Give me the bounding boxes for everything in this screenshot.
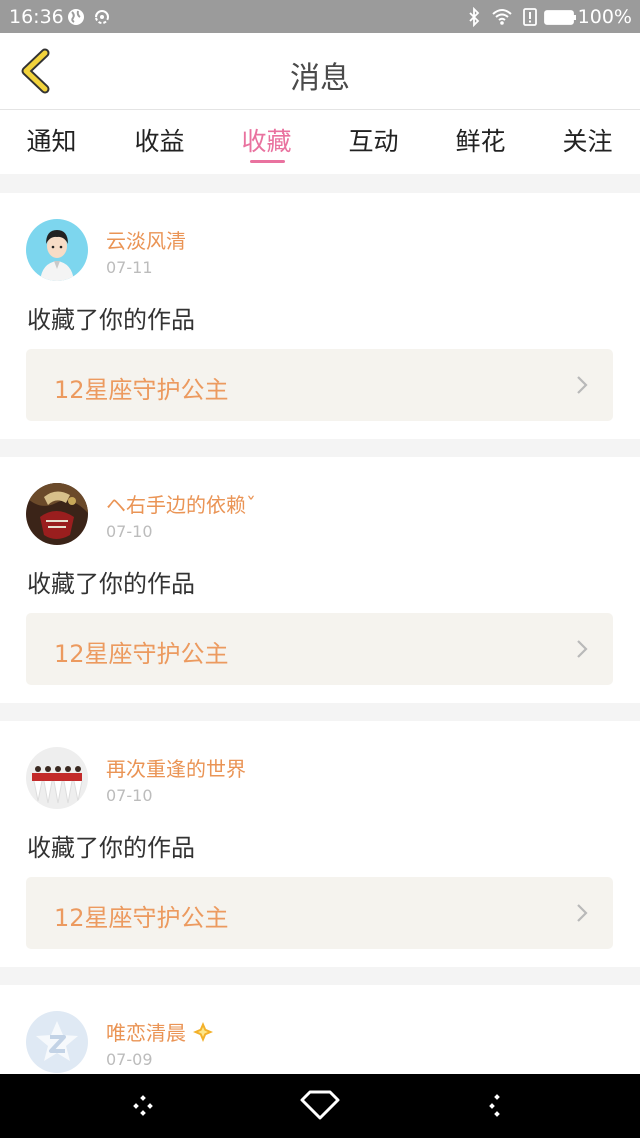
avatar[interactable]	[26, 483, 88, 545]
message-date: 07-09	[106, 1050, 153, 1069]
username[interactable]: 唯恋清晨	[106, 1017, 214, 1046]
work-title: 12星座守护公主	[54, 376, 229, 404]
bluetooth-icon	[469, 7, 480, 27]
message-item: ヘ右手边的依赖ˇ 07-10 收藏了你的作品 12星座守护公主	[0, 457, 640, 703]
chevron-right-icon	[577, 376, 588, 394]
work-link[interactable]: 12星座守护公主	[26, 613, 613, 685]
work-link[interactable]: 12星座守护公主	[26, 877, 613, 949]
action-text: 收藏了你的作品	[27, 570, 195, 598]
battery-icon	[544, 10, 576, 25]
message-item: 唯恋清晨 07-09	[0, 985, 640, 1074]
message-date: 07-10	[106, 522, 153, 541]
message-date: 07-10	[106, 786, 153, 805]
back-dots-icon[interactable]	[487, 1094, 507, 1118]
wifi-icon	[492, 9, 512, 25]
message-date: 07-11	[106, 258, 153, 277]
sim-alert-icon	[523, 8, 537, 26]
avatar[interactable]	[26, 747, 88, 809]
avatar[interactable]	[26, 219, 88, 281]
status-time: 16:36	[9, 6, 64, 28]
message-item: 再次重逢的世界 07-10 收藏了你的作品 12星座守护公主	[0, 721, 640, 967]
action-text: 收藏了你的作品	[27, 306, 195, 334]
username[interactable]: 云淡风清	[106, 225, 186, 254]
globe-icon	[68, 9, 84, 25]
tab-following[interactable]: 关注	[534, 122, 640, 158]
status-bar: 16:36 100%	[0, 0, 640, 33]
message-item: 云淡风清 07-11 收藏了你的作品 12星座守护公主	[0, 193, 640, 439]
header: 消息	[0, 33, 640, 110]
chevron-right-icon	[577, 904, 588, 922]
sync-icon	[95, 10, 109, 24]
tab-favorites[interactable]: 收藏	[213, 122, 320, 158]
system-nav-bar	[0, 1074, 640, 1138]
avatar-image	[26, 1011, 88, 1073]
avatar-image	[26, 219, 88, 281]
work-title: 12星座守护公主	[54, 640, 229, 668]
avatar-image	[26, 483, 88, 545]
menu-dots-icon[interactable]	[131, 1094, 155, 1118]
active-tab-indicator	[250, 160, 285, 163]
username[interactable]: ヘ右手边的依赖ˇ	[106, 489, 256, 518]
avatar-image	[26, 747, 88, 809]
tab-interactions[interactable]: 互动	[320, 122, 427, 158]
tab-flowers[interactable]: 鲜花	[427, 122, 534, 158]
tab-bar: 通知 收益 收藏 互动 鲜花 关注	[0, 110, 640, 174]
work-title: 12星座守护公主	[54, 904, 229, 932]
sparkle-icon	[193, 1022, 214, 1042]
username-text: 唯恋清晨	[106, 1021, 186, 1045]
action-text: 收藏了你的作品	[27, 834, 195, 862]
username[interactable]: 再次重逢的世界	[106, 753, 246, 782]
avatar[interactable]	[26, 1011, 88, 1073]
home-diamond-icon[interactable]	[298, 1088, 342, 1122]
page-title: 消息	[290, 61, 350, 96]
tab-earnings[interactable]: 收益	[106, 122, 213, 158]
work-link[interactable]: 12星座守护公主	[26, 349, 613, 421]
chevron-right-icon	[577, 640, 588, 658]
tab-notifications[interactable]: 通知	[0, 122, 105, 158]
battery-percent: 100%	[577, 6, 632, 28]
